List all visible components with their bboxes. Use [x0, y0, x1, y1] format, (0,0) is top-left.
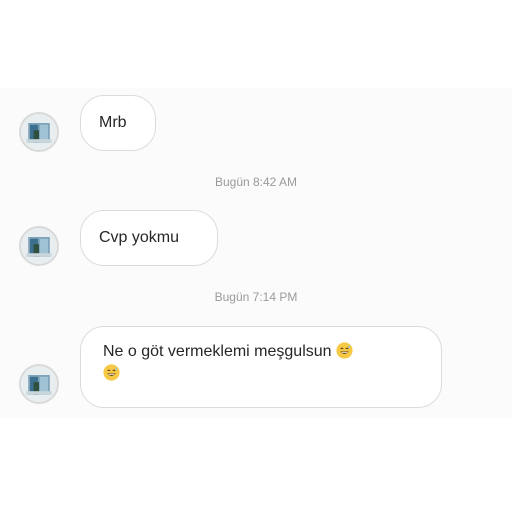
message-bubble[interactable]: Mrb — [80, 95, 156, 151]
message-thread: Mrb Bugün 8:42 AM Cvp yokmu Bugün 7:14 P… — [0, 88, 512, 418]
message-bubble[interactable]: Cvp yokmu — [80, 210, 218, 266]
message-text: Cvp yokmu — [99, 229, 180, 246]
message-text: Ne o göt vermeklemi meşgulsun — [103, 343, 332, 360]
sender-avatar[interactable] — [19, 112, 59, 152]
grinning-sweat-emoji-icon — [103, 364, 120, 381]
sender-avatar[interactable] — [19, 226, 59, 266]
avatar-photo-icon — [21, 114, 57, 150]
message-bubble[interactable]: Ne o göt vermeklemi meşgulsun — [80, 326, 442, 408]
chat-screen: Mrb Bugün 8:42 AM Cvp yokmu Bugün 7:14 P… — [0, 0, 512, 512]
message-timestamp: Bugün 7:14 PM — [214, 290, 298, 304]
sender-avatar[interactable] — [19, 364, 59, 404]
grinning-sweat-emoji-icon — [336, 342, 353, 359]
message-text: Mrb — [99, 114, 127, 131]
avatar-photo-icon — [21, 366, 57, 402]
message-timestamp: Bugün 8:42 AM — [214, 175, 298, 189]
avatar-photo-icon — [21, 228, 57, 264]
